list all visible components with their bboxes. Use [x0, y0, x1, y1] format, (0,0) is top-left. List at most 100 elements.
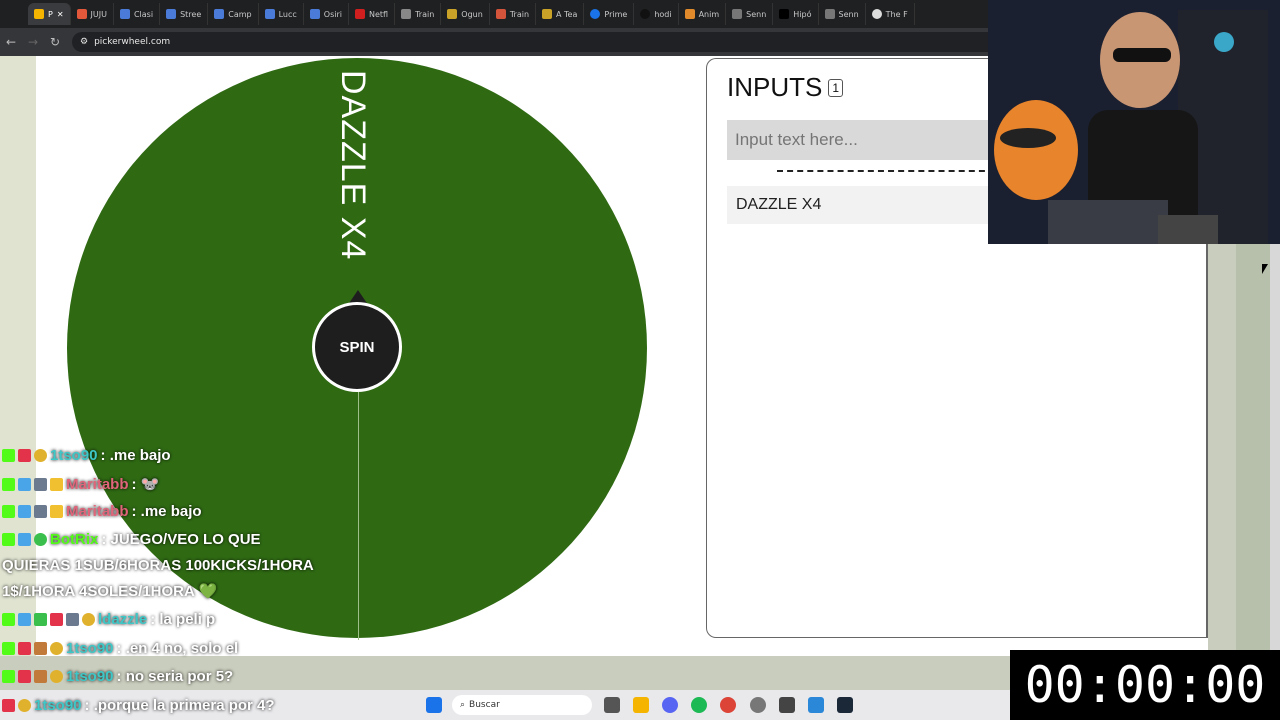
chat-text: 1$/1HORA 4SOLES/1HORA 💚 [2, 583, 218, 600]
forward-icon[interactable]: → [22, 35, 44, 49]
back-icon[interactable]: ← [0, 35, 22, 49]
spotify-icon[interactable] [691, 697, 707, 713]
chat-text: : .en 4 no, solo el [116, 640, 239, 657]
wolf-badge-icon [66, 613, 79, 626]
browser-tab[interactable]: Camp [208, 3, 259, 25]
calculator-icon[interactable] [779, 697, 795, 713]
browser-tab[interactable]: Clasi [114, 3, 161, 25]
close-icon[interactable]: ✕ [57, 10, 64, 19]
favicon-icon [732, 9, 743, 19]
browser-tab[interactable]: Train [395, 3, 442, 25]
search-label: Buscar [469, 700, 500, 710]
favicon-icon [76, 9, 87, 19]
browser-tab[interactable]: Stree [160, 3, 209, 25]
chat-message: 1tso90 : .en 4 no, solo el [2, 640, 238, 657]
favicon-icon [214, 9, 225, 19]
browser-tab[interactable]: A Tea [536, 3, 585, 25]
chat-username[interactable]: Maritabb [66, 476, 129, 493]
wolf-badge-icon [34, 642, 47, 655]
sword-badge-icon [18, 477, 31, 491]
chat-username[interactable]: 1tso90 [50, 447, 98, 464]
chat-username[interactable]: 1tso90 [34, 697, 82, 714]
sword-badge-icon [18, 505, 31, 518]
gift-badge-icon [18, 670, 31, 683]
chat-text: : no seria por 5? [116, 668, 234, 685]
browser-tab[interactable]: P ✕ [28, 3, 71, 25]
wolf-badge-icon [34, 477, 47, 491]
favicon-icon [355, 9, 365, 19]
inputs-title: INPUTS [727, 72, 823, 102]
chat-text: : JUEGO/VEO LO QUE [101, 531, 261, 548]
discord-icon[interactable] [662, 697, 678, 713]
favicon-icon [166, 9, 177, 19]
url-field[interactable]: ⚙ pickerwheel.com [72, 32, 1040, 52]
browser-tab[interactable]: Ogun [441, 3, 490, 25]
favicon-icon [495, 9, 506, 19]
favicon-icon [824, 9, 835, 19]
coin-badge-icon [50, 670, 63, 683]
kick-badge-icon [2, 477, 15, 491]
obs-icon[interactable] [750, 697, 766, 713]
favicon-icon [309, 9, 320, 19]
verified-badge-icon [34, 533, 47, 546]
browser-tab[interactable]: Train [490, 3, 537, 25]
favicon-icon [264, 9, 275, 19]
kick-badge-icon [2, 642, 15, 655]
favicon-icon [871, 9, 882, 19]
chrome-icon[interactable] [720, 697, 736, 713]
chat-message: 1tso90 : .porque la primera por 4? [2, 697, 275, 714]
browser-tab[interactable]: Netfl [349, 3, 396, 25]
chat-message: 1tso90 : .me bajo [2, 447, 171, 464]
notepad-icon[interactable] [808, 697, 824, 713]
chat-text: : la peli p [150, 611, 216, 628]
windows-start-icon[interactable] [426, 697, 442, 713]
chat-username[interactable]: 1tso90 [66, 668, 114, 685]
chat-text: : .porque la primera por 4? [84, 697, 275, 714]
favicon-icon [447, 9, 458, 19]
chat-username[interactable]: ldazzle [98, 611, 147, 628]
task-view-icon[interactable] [604, 697, 620, 713]
favicon-icon [34, 9, 44, 19]
chat-message: ldazzle : la peli p [2, 611, 215, 628]
browser-tab[interactable]: Osiri [304, 3, 349, 25]
chat-username[interactable]: BotRix [50, 531, 98, 548]
favicon-icon [542, 9, 553, 19]
taskbar-search[interactable]: ⌕ Buscar [452, 695, 592, 715]
spin-button[interactable]: SPIN [312, 302, 402, 392]
kick-badge-icon [2, 613, 15, 626]
favicon-icon [779, 9, 790, 19]
chat-message: Maritabb : .me bajo [2, 503, 202, 520]
kick-badge-icon [2, 533, 15, 546]
browser-tab[interactable]: JUJU [71, 3, 114, 25]
inputs-heading: INPUTS 1 [727, 72, 844, 103]
crown-badge-icon [50, 477, 63, 491]
browser-tab[interactable]: Anim [679, 3, 727, 25]
inputs-count-badge: 1 [828, 78, 844, 97]
browser-tab[interactable]: hodi [634, 3, 679, 25]
browser-tab[interactable]: Lucc [259, 3, 304, 25]
browser-tab[interactable]: The F [866, 3, 915, 25]
chat-message-continuation: QUIERAS 1SUB/6HORAS 100KICKS/1HORA [2, 557, 314, 574]
stream-timer: 00:00:00 [1010, 650, 1280, 720]
crown-badge-icon [50, 505, 63, 518]
chat-text: QUIERAS 1SUB/6HORAS 100KICKS/1HORA [2, 557, 314, 574]
mouse-cursor-icon [1262, 264, 1268, 274]
browser-tab[interactable]: Senn [726, 3, 774, 25]
favicon-icon [401, 9, 412, 19]
browser-tab[interactable]: Prime [584, 3, 635, 25]
chat-username[interactable]: 1tso90 [66, 640, 114, 657]
chat-message-continuation: 1$/1HORA 4SOLES/1HORA 💚 [2, 582, 217, 600]
chat-username[interactable]: Maritabb [66, 503, 129, 520]
sword-badge-icon [18, 533, 31, 546]
gift-badge-icon [50, 613, 63, 626]
favicon-icon [684, 9, 695, 19]
reload-icon[interactable]: ↻ [44, 35, 66, 49]
site-info-icon[interactable]: ⚙ [80, 37, 88, 47]
steam-icon[interactable] [837, 697, 853, 713]
chat-message: Maritabb : 🐭 [2, 475, 159, 493]
file-explorer-icon[interactable] [633, 697, 649, 713]
browser-tab[interactable]: Senn [819, 3, 866, 25]
browser-tab[interactable]: Hipó [773, 3, 819, 25]
chat-message: 1tso90 : no seria por 5? [2, 668, 233, 685]
chat-message: BotRix : JUEGO/VEO LO QUE [2, 531, 261, 548]
